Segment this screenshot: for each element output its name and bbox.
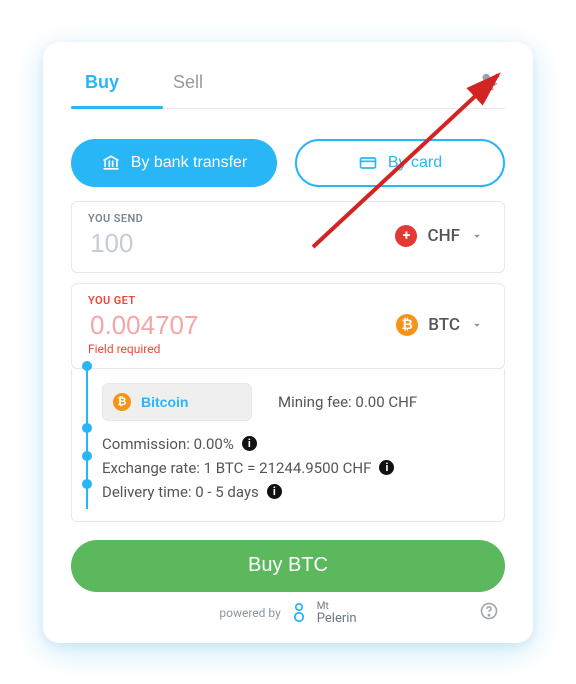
tab-buy[interactable]: Buy <box>75 64 129 101</box>
send-currency-code: CHF <box>427 226 460 246</box>
card-icon <box>358 153 378 173</box>
pay-card-label: By card <box>388 154 442 172</box>
btc-coin-icon: ₿ <box>113 393 131 411</box>
powered-by-text: powered by <box>219 606 280 620</box>
brand-name: MtPelerin <box>317 602 357 625</box>
get-currency-code: BTC <box>428 315 460 335</box>
you-get-label: YOU GET <box>88 294 272 307</box>
send-currency-selector[interactable]: + CHF <box>391 219 488 253</box>
info-icon[interactable]: i <box>267 484 282 499</box>
you-send-input[interactable] <box>88 227 272 260</box>
timeline-dot <box>82 423 92 433</box>
timeline-dot <box>82 479 92 489</box>
timeline-dot <box>82 451 92 461</box>
you-get-input[interactable] <box>88 309 272 342</box>
footer: powered by MtPelerin <box>71 602 505 625</box>
chevron-down-icon <box>470 229 484 243</box>
you-get-error: Field required <box>88 342 272 356</box>
tabs: Buy Sell <box>75 64 213 101</box>
payment-methods: By bank transfer By card <box>71 139 505 187</box>
tab-sell[interactable]: Sell <box>163 64 213 101</box>
get-currency-selector[interactable]: ₿ BTC <box>392 308 488 342</box>
network-selector[interactable]: ₿ Bitcoin <box>102 383 252 421</box>
you-send-panel: YOU SEND + CHF <box>71 201 505 273</box>
chevron-down-icon <box>470 318 484 332</box>
user-login-icon <box>477 71 499 93</box>
pay-bank-transfer[interactable]: By bank transfer <box>71 139 277 187</box>
help-button[interactable] <box>473 600 505 625</box>
delivery-time-text: Delivery time: 0 - 5 days <box>102 483 259 501</box>
pay-card[interactable]: By card <box>295 139 505 187</box>
exchange-rate-text: Exchange rate: 1 BTC = 21244.9500 CHF <box>102 459 371 477</box>
help-icon <box>479 601 499 621</box>
pay-bank-label: By bank transfer <box>131 154 248 172</box>
mining-fee-text: Mining fee: 0.00 CHF <box>278 393 417 411</box>
bank-icon <box>101 153 121 173</box>
you-get-panel: YOU GET Field required ₿ BTC <box>71 283 505 369</box>
topbar: Buy Sell <box>71 64 505 101</box>
network-name: Bitcoin <box>141 394 188 410</box>
pelerin-logo-icon <box>291 602 307 624</box>
buy-button[interactable]: Buy BTC <box>71 540 505 592</box>
commission-text: Commission: 0.00% <box>102 435 234 453</box>
chf-flag-icon: + <box>395 225 417 247</box>
btc-coin-icon: ₿ <box>396 314 418 336</box>
you-send-label: YOU SEND <box>88 212 272 225</box>
exchange-widget: Buy Sell By bank transfer By card YOU SE… <box>43 42 533 643</box>
account-button[interactable] <box>471 70 505 94</box>
info-icon[interactable]: i <box>379 460 394 475</box>
info-icon[interactable]: i <box>242 436 257 451</box>
details-panel: ₿ Bitcoin Mining fee: 0.00 CHF Commissio… <box>71 369 505 522</box>
timeline-dot <box>82 361 92 371</box>
active-tab-indicator <box>71 106 163 109</box>
